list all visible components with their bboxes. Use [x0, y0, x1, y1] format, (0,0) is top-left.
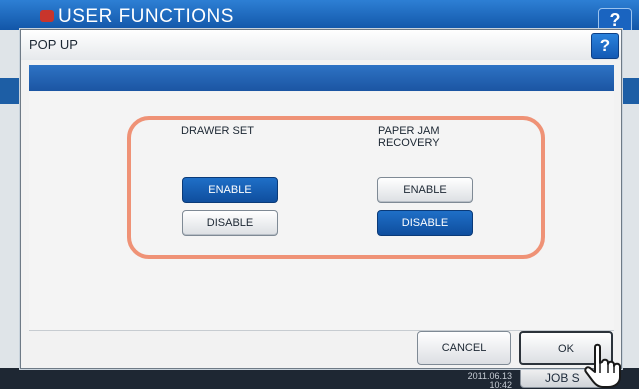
cancel-button[interactable]: CANCEL	[417, 331, 511, 365]
paper-jam-recovery-enable-button[interactable]: ENABLE	[377, 177, 473, 203]
help-icon: ?	[599, 36, 611, 55]
drawer-set-label: DRAWER SET	[181, 125, 254, 137]
paper-jam-recovery-label: PAPER JAM RECOVERY	[378, 125, 440, 149]
popup-dialog: POP UP ? DRAWER SET ENABLE DISABLE PAPER…	[20, 29, 622, 369]
paper-jam-recovery-disable-button[interactable]: DISABLE	[377, 210, 473, 236]
background-right-band	[622, 78, 639, 104]
printer-logo-icon	[40, 10, 54, 22]
drawer-set-enable-button[interactable]: ENABLE	[182, 177, 278, 203]
popup-header-bar	[29, 65, 614, 91]
drawer-set-disable-button[interactable]: DISABLE	[182, 210, 278, 236]
background-left-band	[0, 78, 20, 104]
clock: 2011.06.13 10:42	[452, 372, 512, 390]
pointing-hand-icon	[584, 343, 621, 388]
popup-titlebar: POP UP ?	[21, 30, 621, 60]
help-button[interactable]: ?	[591, 33, 619, 59]
popup-title: POP UP	[29, 37, 78, 52]
background-title: USER FUNCTIONS	[58, 6, 234, 27]
